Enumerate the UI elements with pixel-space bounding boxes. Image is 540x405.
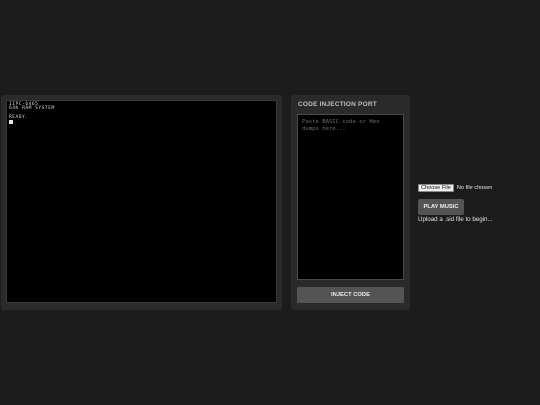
choose-file-button[interactable]: Choose File [418, 183, 454, 192]
music-player: Choose File No file chosen PLAY MUSIC Up… [418, 183, 536, 223]
code-input-textarea[interactable] [297, 114, 404, 280]
file-status-text: No file chosen [456, 184, 493, 191]
emulator-panel: IIPC-6465 64K RAM SYSTEM READY. [1, 95, 282, 310]
code-injection-title: CODE INJECTION PORT [298, 101, 377, 108]
music-status-text: Upload a .sid file to begin... [418, 216, 493, 223]
code-injection-panel: CODE INJECTION PORT INJECT CODE [291, 95, 410, 310]
cursor-block-icon [9, 120, 13, 125]
emulator-screen[interactable]: IIPC-6465 64K RAM SYSTEM READY. [6, 100, 277, 303]
inject-code-button[interactable]: INJECT CODE [297, 287, 404, 303]
terminal-cursor-line [9, 120, 274, 125]
file-picker: Choose File No file chosen [418, 183, 536, 192]
play-music-button[interactable]: PLAY MUSIC [418, 199, 464, 215]
app-root: IIPC-6465 64K RAM SYSTEM READY. CODE INJ… [0, 0, 540, 405]
